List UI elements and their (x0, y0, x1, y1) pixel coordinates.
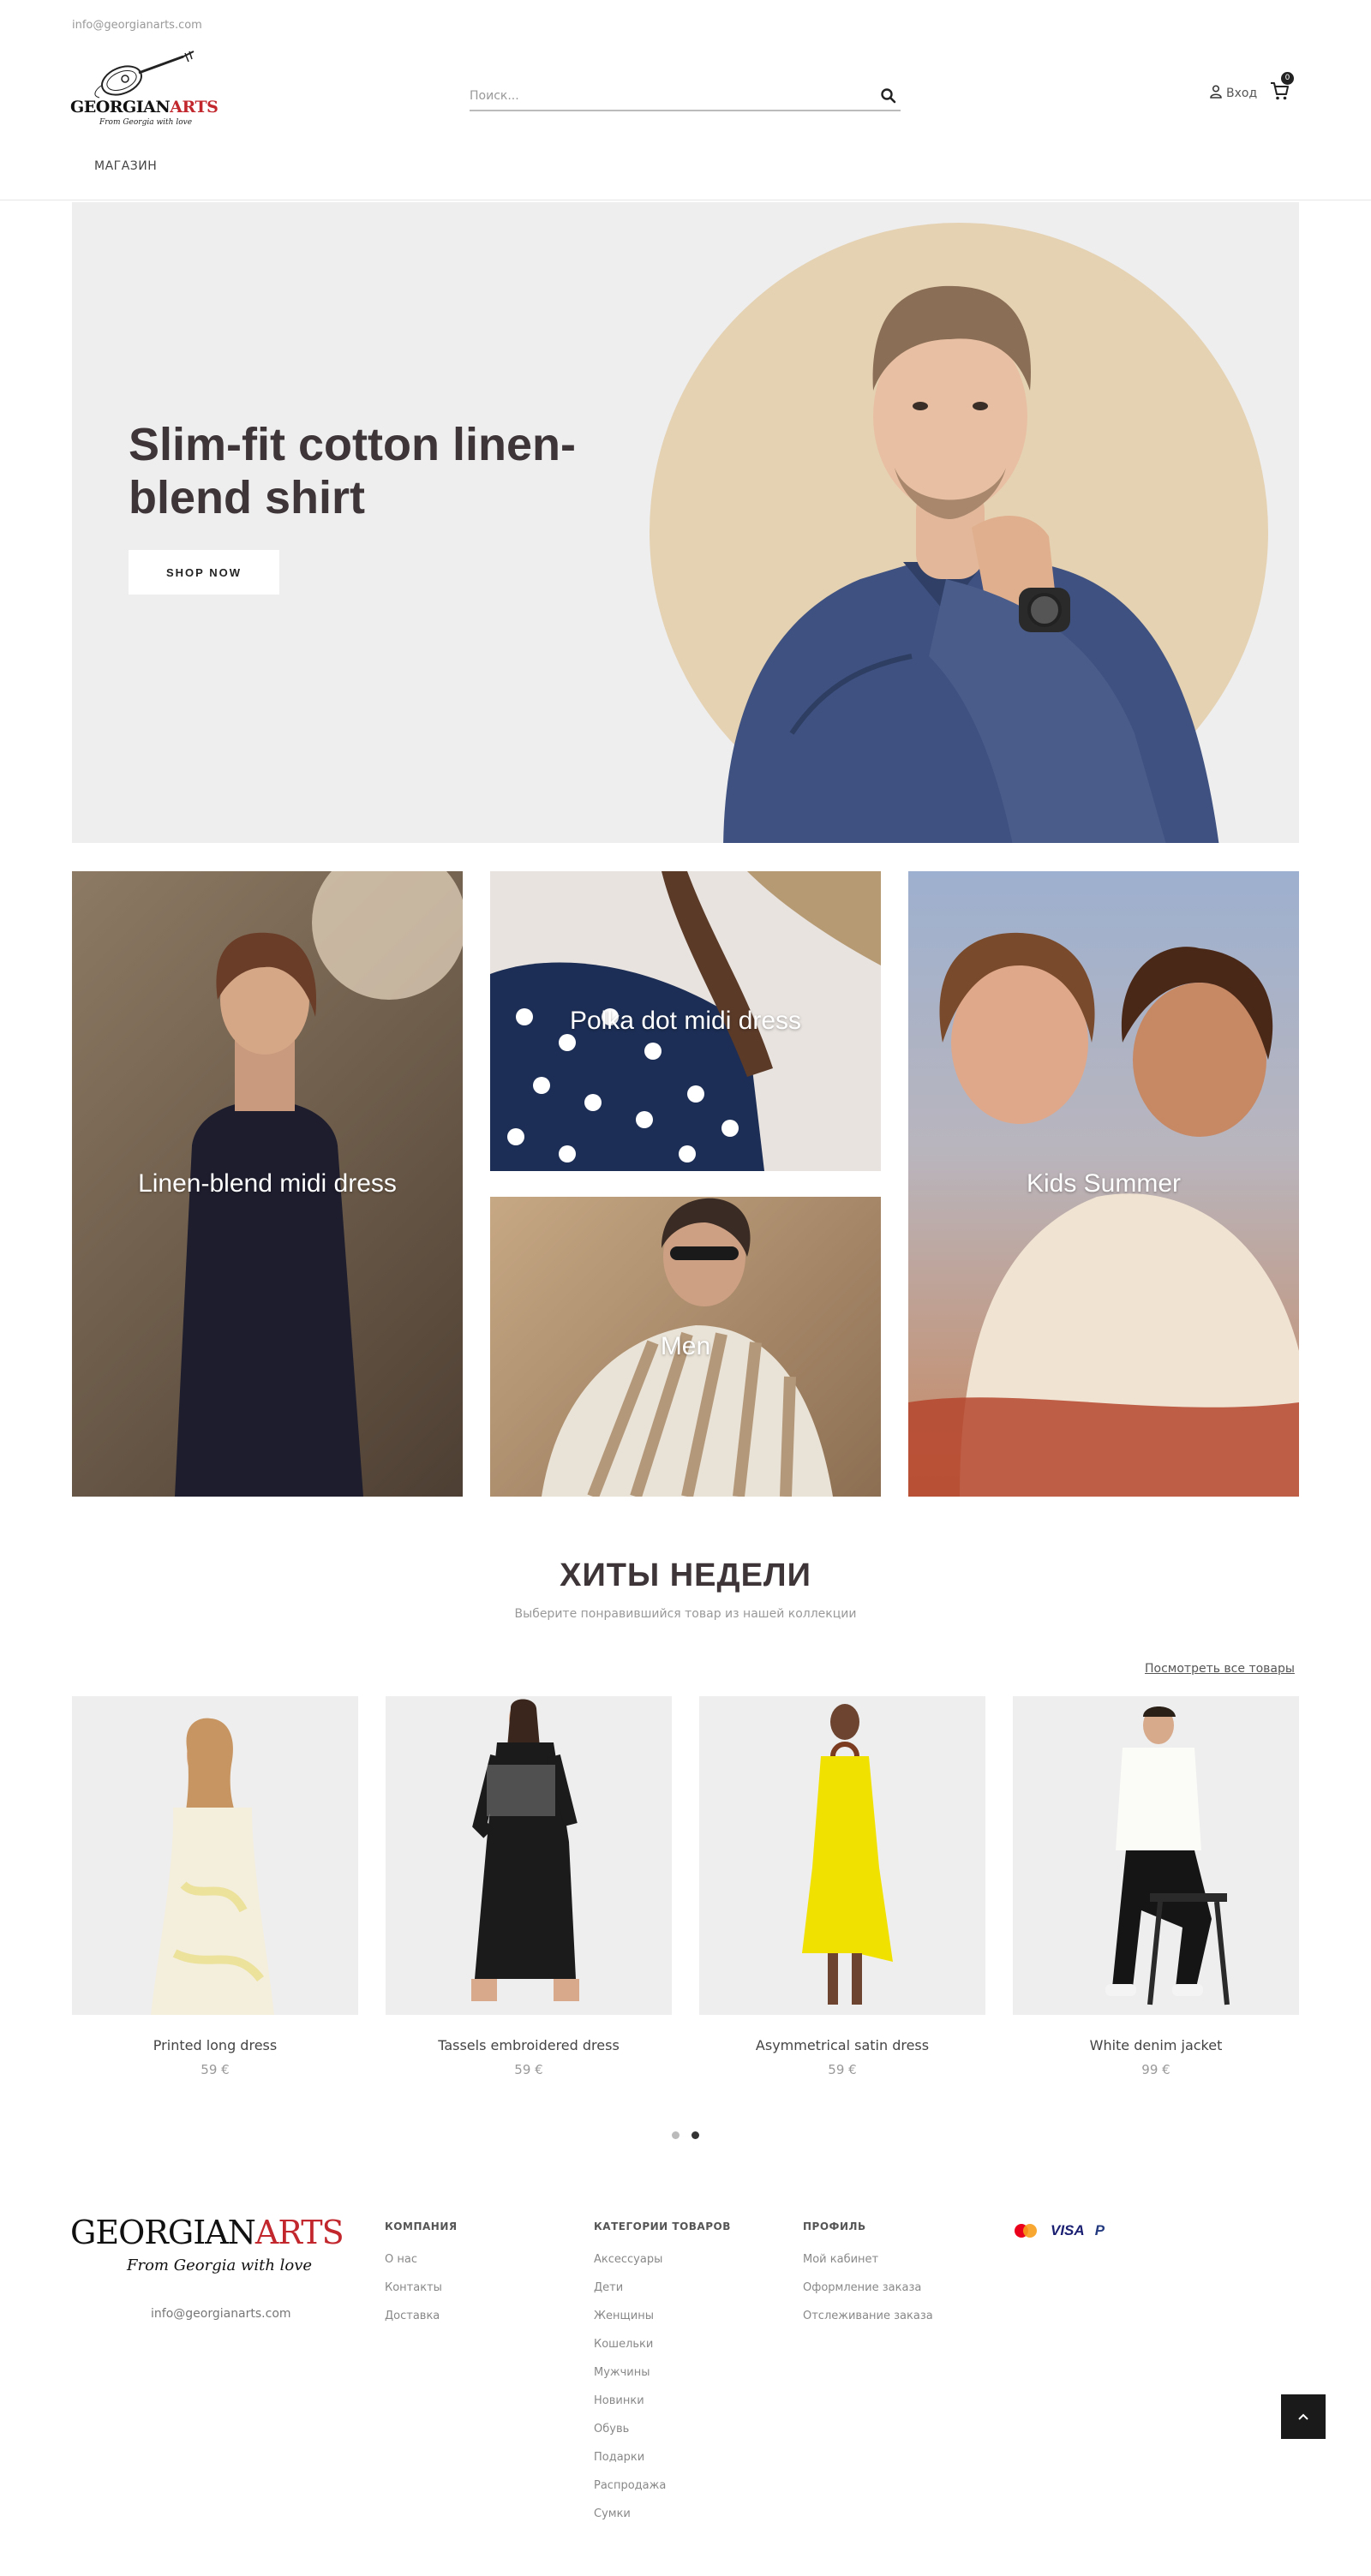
hero-banner: Slim-fit cotton linen-blend shirt SHOP N… (72, 202, 1299, 843)
carousel-dot-1[interactable] (672, 2131, 680, 2139)
product-name[interactable]: Printed long dress (72, 2037, 358, 2053)
category-tile-polka-dress[interactable]: Polka dot midi dress (490, 871, 881, 1171)
product-price: 99 € (1141, 2062, 1170, 2077)
chevron-up-icon (1298, 2413, 1308, 2420)
search-icon[interactable] (880, 87, 897, 105)
back-to-top-button[interactable] (1281, 2394, 1326, 2439)
login-link[interactable]: Вход (1210, 84, 1257, 103)
footer-column-profile: ПРОФИЛЬ Мой кабинет Оформление заказа От… (803, 2220, 933, 2338)
footer-column-title: ПРОФИЛЬ (803, 2220, 866, 2232)
cart-count-badge: 0 (1281, 72, 1294, 85)
product-image[interactable] (72, 1696, 358, 2015)
footer-link-checkout[interactable]: Оформление заказа (803, 2281, 933, 2294)
footer-logo-wordmark: GEORGIANARTS (70, 2214, 344, 2251)
shop-now-button[interactable]: SHOP NOW (129, 550, 279, 595)
footer-link-sale[interactable]: Распродажа (594, 2479, 731, 2492)
user-icon (1210, 85, 1222, 102)
category-tile-men[interactable]: Men (490, 1197, 881, 1497)
footer-link-men[interactable]: Мужчины (594, 2366, 731, 2379)
category-label: Polka dot midi dress (569, 1007, 802, 1035)
footer-email[interactable]: info@georgianarts.com (151, 2307, 291, 2321)
footer-link-accessories[interactable]: Аксессуары (594, 2253, 731, 2266)
cart-button[interactable]: 0 (1270, 72, 1294, 103)
carousel-dot-2[interactable] (691, 2131, 699, 2139)
footer-column-title: КАТЕГОРИИ ТОВАРОВ (594, 2220, 731, 2232)
logo-tagline: From Georgia with love (99, 118, 193, 127)
category-label: Linen-blend midi dress (138, 1169, 397, 1198)
product-image[interactable] (699, 1696, 985, 2015)
lute-logo-icon (94, 51, 195, 99)
product-card[interactable]: Asymmetrical satin dress 59 € (699, 1696, 985, 2077)
footer-link-new[interactable]: Новинки (594, 2394, 731, 2407)
category-label: Men (660, 1332, 711, 1360)
category-tile-kids-summer[interactable]: Kids Summer (908, 871, 1299, 1497)
search-bar (470, 81, 901, 111)
product-name[interactable]: Asymmetrical satin dress (699, 2037, 985, 2053)
footer-link-about[interactable]: О нас (385, 2253, 458, 2266)
product-price: 59 € (828, 2062, 857, 2077)
hero-title: Slim-fit cotton linen-blend shirt (129, 419, 576, 523)
nav-item-shop[interactable]: МАГАЗИН (94, 159, 157, 173)
product-image[interactable] (1013, 1696, 1299, 2015)
footer-link-women[interactable]: Женщины (594, 2310, 731, 2322)
footer-logo-tagline: From Georgia with love (127, 2256, 313, 2274)
footer-link-shoes[interactable]: Обувь (594, 2423, 731, 2436)
logo-wordmark: GEORGIANARTS (70, 98, 219, 117)
footer-link-gifts[interactable]: Подарки (594, 2451, 731, 2464)
product-price: 59 € (514, 2062, 543, 2077)
payment-methods: VISA P (1011, 2222, 1105, 2239)
footer-column-categories: КАТЕГОРИИ ТОВАРОВ Аксессуары Дети Женщин… (594, 2220, 731, 2536)
carousel-pagination (672, 2131, 699, 2139)
category-label: Kids Summer (1026, 1169, 1182, 1198)
hero-model-image (723, 285, 1219, 843)
footer-link-contacts[interactable]: Контакты (385, 2281, 458, 2294)
login-label: Вход (1226, 87, 1258, 100)
product-image[interactable] (386, 1696, 672, 2015)
search-input[interactable] (470, 86, 864, 106)
section-title: ХИТЫ НЕДЕЛИ (560, 1557, 811, 1593)
product-name[interactable]: White denim jacket (1013, 2037, 1299, 2053)
footer-logo[interactable]: GEORGIANARTS From Georgia with love (70, 2214, 362, 2282)
footer-column-company: КОМПАНИЯ О нас Контакты Доставка (385, 2220, 458, 2338)
paypal-icon: P (1094, 2222, 1105, 2238)
footer-link-order-tracking[interactable]: Отслеживание заказа (803, 2310, 933, 2322)
footer-link-kids[interactable]: Дети (594, 2281, 731, 2294)
view-all-products-link[interactable]: Посмотреть все товары (1145, 1662, 1295, 1676)
visa-icon: VISA (1051, 2222, 1085, 2238)
product-card[interactable]: White denim jacket 99 € (1013, 1696, 1299, 2077)
topbar-email[interactable]: info@georgianarts.com (72, 19, 202, 32)
footer-link-bags[interactable]: Сумки (594, 2507, 731, 2520)
footer-link-delivery[interactable]: Доставка (385, 2310, 458, 2322)
product-price: 59 € (201, 2062, 230, 2077)
product-name[interactable]: Tassels embroidered dress (386, 2037, 672, 2053)
product-card[interactable]: Tassels embroidered dress 59 € (386, 1696, 672, 2077)
footer-link-wallets[interactable]: Кошельки (594, 2338, 731, 2351)
section-subtitle: Выберите понравившийся товар из нашей ко… (514, 1607, 857, 1621)
mastercard-icon (1015, 2224, 1037, 2238)
site-logo[interactable]: GEORGIANARTS From Georgia with love (70, 50, 219, 135)
product-card[interactable]: Printed long dress 59 € (72, 1696, 358, 2077)
footer-link-my-account[interactable]: Мой кабинет (803, 2253, 933, 2266)
footer-column-title: КОМПАНИЯ (385, 2220, 458, 2232)
category-tile-linen-dress[interactable]: Linen-blend midi dress (72, 871, 463, 1497)
